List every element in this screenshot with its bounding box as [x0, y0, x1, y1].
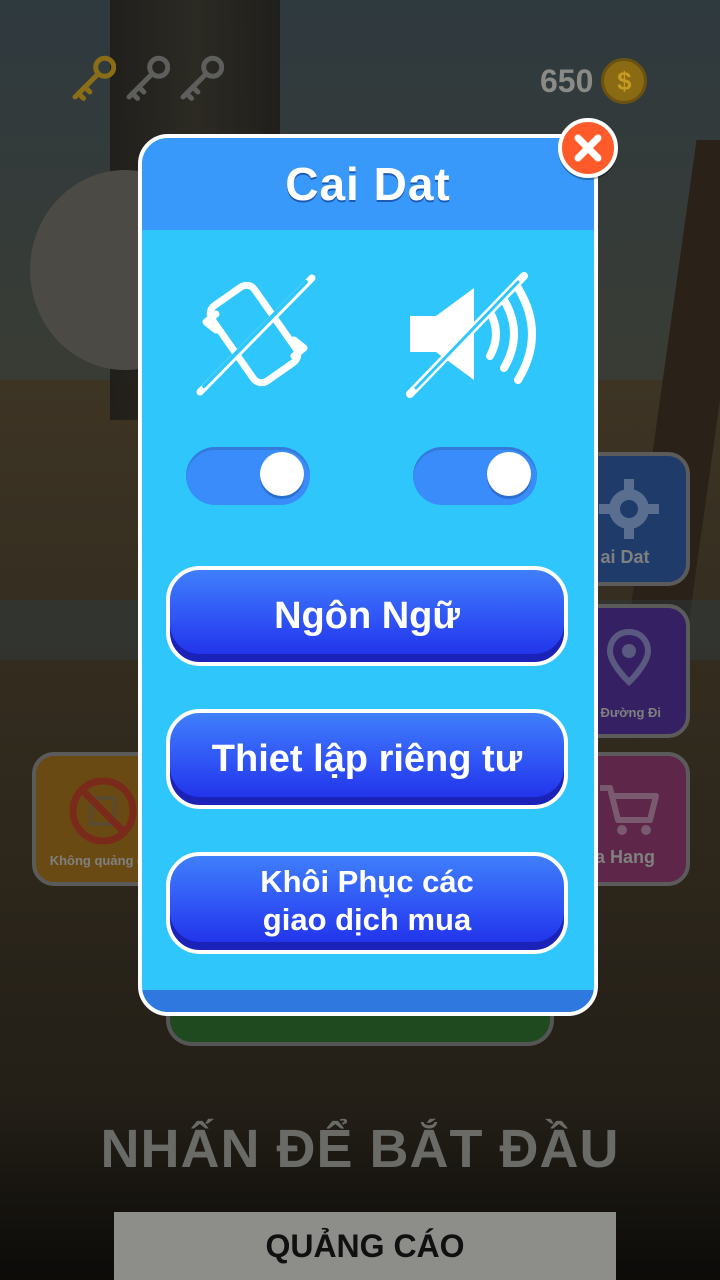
dialog-bottom-edge: [142, 990, 594, 1012]
vibration-toggle-knob[interactable]: [260, 452, 304, 496]
sound-off-icon: [406, 272, 536, 398]
no-ads-menu-label: Không quảng c: [49, 853, 145, 868]
map-menu-label: ồ Đường Đi: [588, 705, 662, 720]
sound-toggle[interactable]: [413, 447, 537, 505]
coin-count: 650: [540, 62, 594, 99]
dialog-title: Cai Dat: [285, 158, 451, 210]
ad-banner: QUẢNG CÁO: [114, 1212, 616, 1280]
ad-banner-label: QUẢNG CÁO: [265, 1227, 465, 1264]
settings-menu-label: ai Dat: [600, 547, 650, 567]
coin-counter: 650 $: [540, 58, 648, 104]
map-pin-icon: [606, 628, 652, 687]
cart-icon: [600, 785, 659, 835]
restore-purchases-button[interactable]: Khôi Phục các giao dịch mua: [166, 852, 568, 954]
privacy-settings-button[interactable]: Thiet lập riêng tư: [166, 709, 568, 809]
gear-icon: [599, 479, 659, 539]
no-ads-icon: [69, 777, 137, 845]
keys-collected: [68, 50, 224, 110]
shop-menu-label: a Hang: [594, 847, 655, 867]
sound-toggle-knob[interactable]: [487, 452, 531, 496]
vibration-off-icon: [196, 274, 316, 396]
key-icon: [126, 55, 170, 101]
key-icon: [180, 55, 224, 101]
vibration-toggle[interactable]: [186, 447, 310, 505]
key-icon: [72, 55, 116, 101]
coin-icon: $: [601, 58, 648, 104]
close-icon: [574, 134, 602, 162]
tap-to-start-text: NHẤN ĐỂ BẮT ĐẦU: [100, 1119, 620, 1179]
language-button[interactable]: Ngôn Ngữ: [166, 566, 568, 666]
close-button[interactable]: [558, 118, 618, 178]
dialog-header: Cai Dat: [142, 138, 594, 230]
